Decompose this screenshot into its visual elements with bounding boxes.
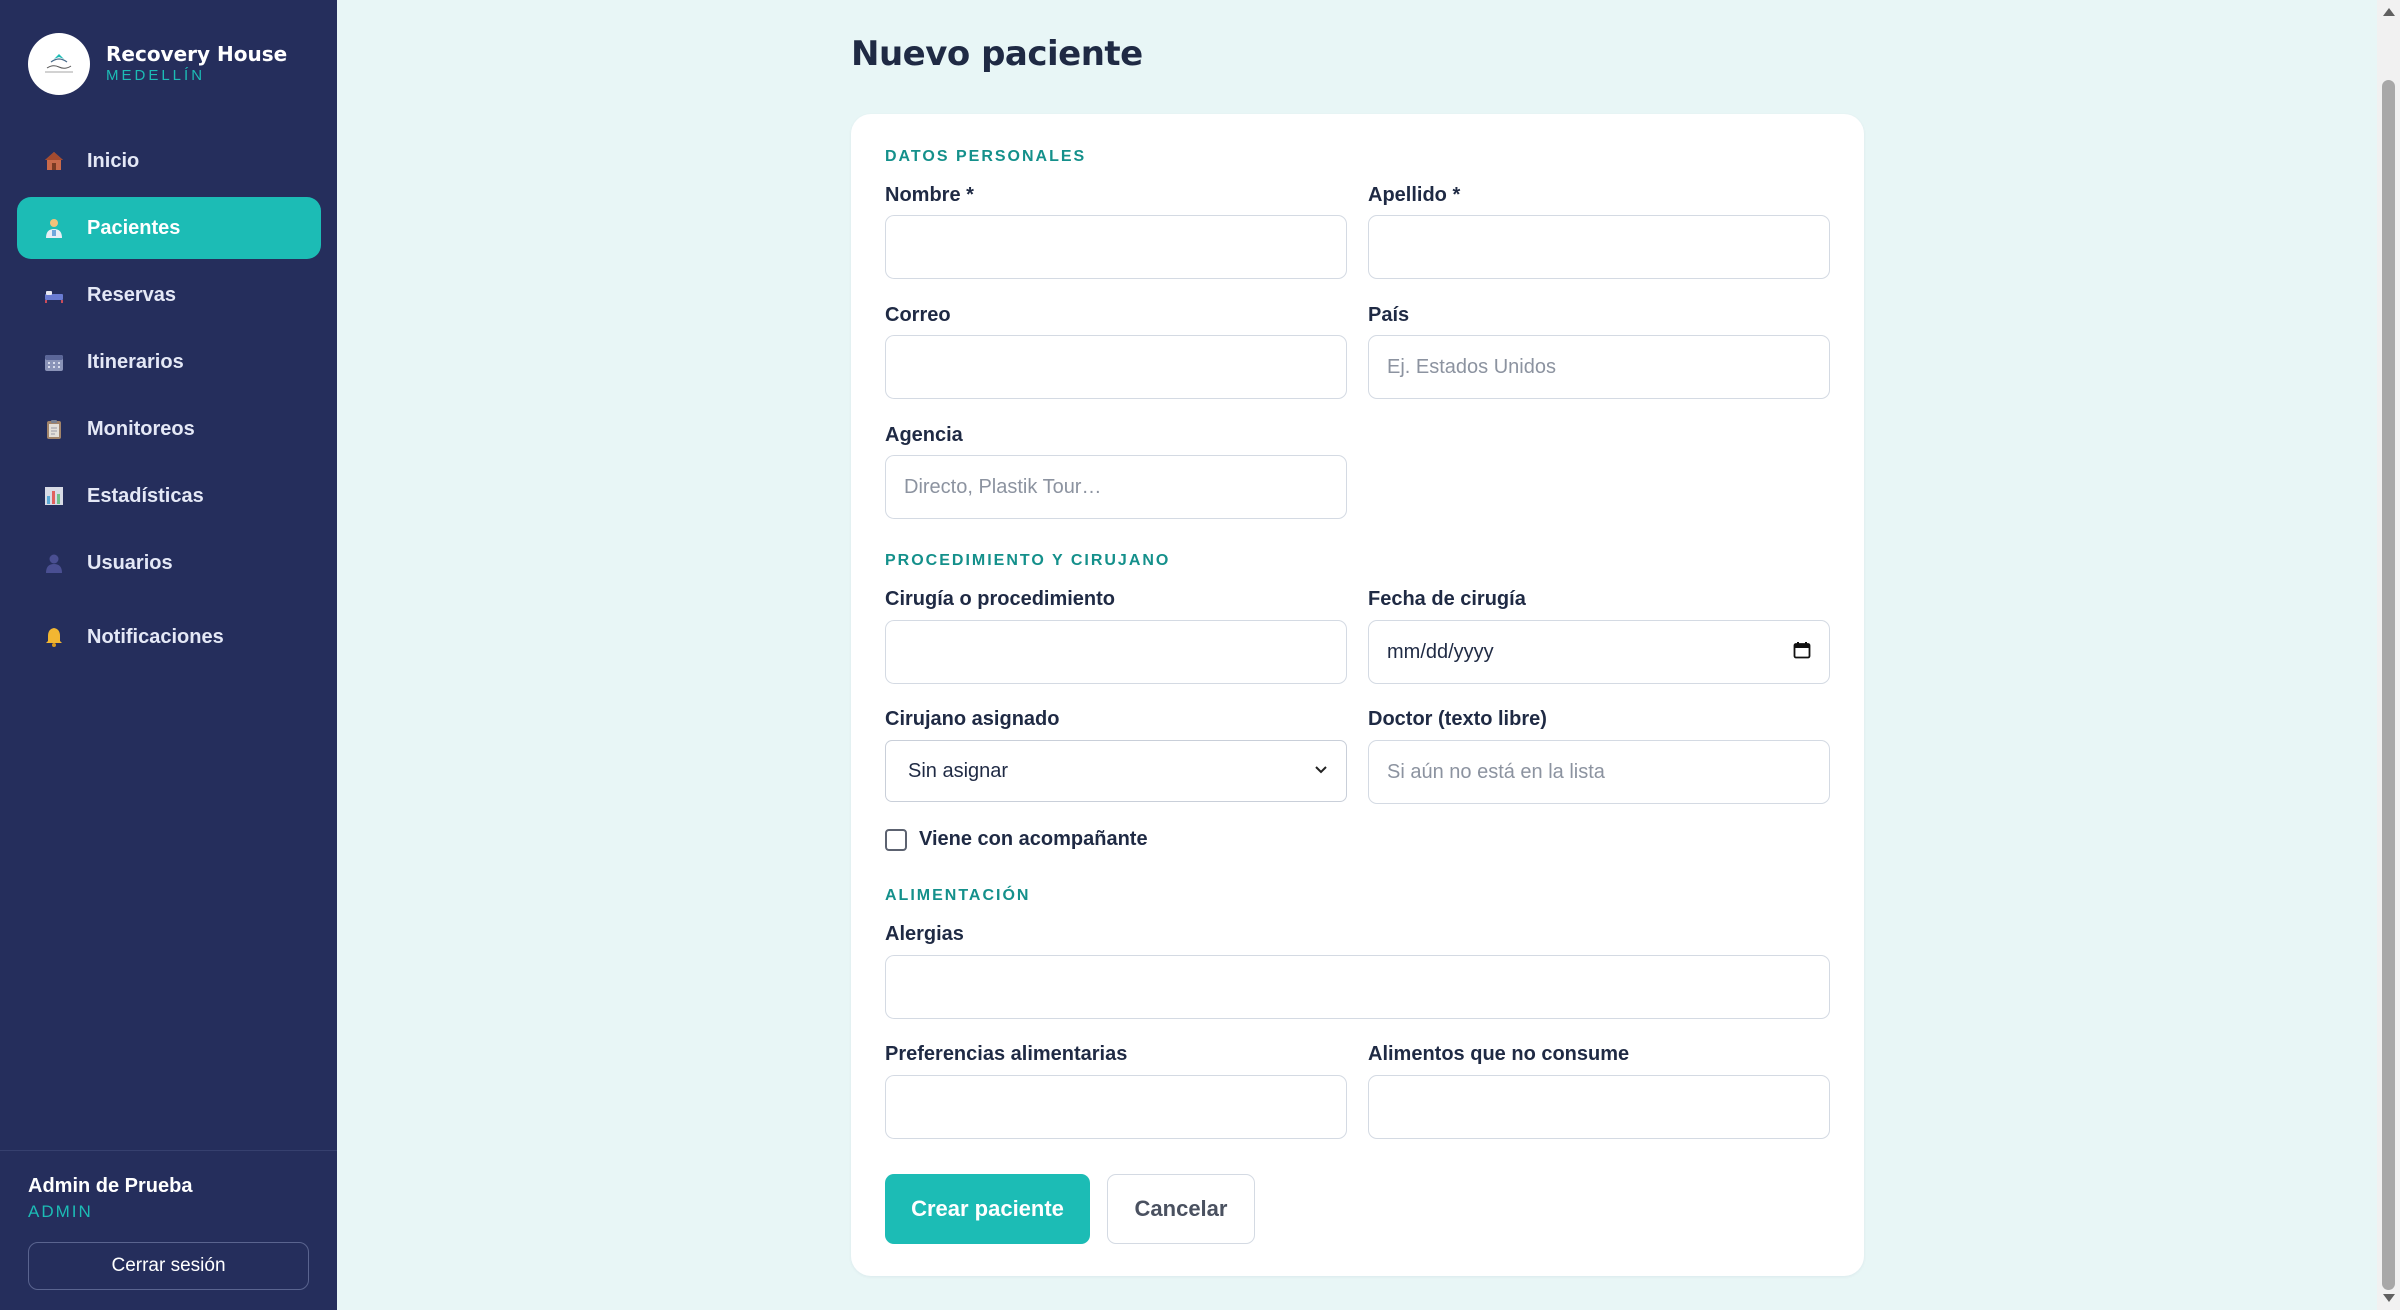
- scroll-thumb[interactable]: [2382, 80, 2395, 1290]
- nav-item-reservas[interactable]: Reservas: [17, 264, 321, 326]
- create-patient-button[interactable]: Crear paciente: [885, 1174, 1090, 1244]
- apellido-input[interactable]: [1368, 215, 1830, 279]
- nav-label: Reservas: [87, 283, 176, 306]
- correo-input[interactable]: [885, 335, 1347, 399]
- nav-label: Itinerarios: [87, 350, 184, 373]
- nav-label: Estadísticas: [87, 484, 204, 507]
- fecha-label: Fecha de cirugía: [1368, 588, 1526, 610]
- nav-label: Usuarios: [87, 551, 173, 574]
- nav-item-monitoreos[interactable]: Monitoreos: [17, 398, 321, 460]
- alergias-input[interactable]: [885, 955, 1830, 1019]
- acompanante-checkbox[interactable]: [885, 828, 907, 851]
- sidebar: Recovery House MEDELLÍN Inicio Pacientes…: [0, 0, 337, 1310]
- nav-item-estadisticas[interactable]: Estadísticas: [17, 465, 321, 527]
- no-consume-input[interactable]: [1368, 1075, 1830, 1139]
- nav-item-notificaciones[interactable]: Notificaciones: [17, 606, 321, 668]
- nav-label: Inicio: [87, 149, 140, 172]
- pais-label: País: [1368, 304, 1410, 326]
- bell-icon: [43, 626, 65, 648]
- new-patient-form: DATOS PERSONALES Nombre * Apellido * Cor…: [851, 114, 1864, 1276]
- section-title-personal: DATOS PERSONALES: [885, 148, 1087, 165]
- calendar-icon[interactable]: [1793, 641, 1811, 664]
- nombre-input[interactable]: [885, 215, 1347, 279]
- doctor-label: Doctor (texto libre): [1368, 708, 1547, 730]
- agencia-label: Agencia: [885, 424, 963, 446]
- alergias-label: Alergias: [885, 923, 964, 945]
- correo-label: Correo: [885, 304, 951, 326]
- brand-city: MEDELLÍN: [106, 67, 206, 84]
- page-scrollbar[interactable]: [2377, 0, 2400, 1310]
- agencia-input[interactable]: [885, 455, 1347, 519]
- fecha-cirugia-input[interactable]: mm/dd/yyyy: [1368, 620, 1830, 684]
- bed-icon: [43, 284, 65, 306]
- nav-label: Pacientes: [87, 216, 181, 239]
- nav-item-pacientes[interactable]: Pacientes: [17, 197, 321, 259]
- nav-label: Notificaciones: [87, 625, 224, 648]
- acompanante-label: Viene con acompañante: [919, 828, 1148, 850]
- nav-item-itinerarios[interactable]: Itinerarios: [17, 331, 321, 393]
- patient-icon: [43, 217, 65, 239]
- calendar-icon: [43, 351, 65, 373]
- chevron-down-icon: [1314, 762, 1328, 780]
- date-value: mm/dd/yyyy: [1387, 640, 1494, 663]
- user-icon: [43, 552, 65, 574]
- section-title-food: ALIMENTACIÓN: [885, 887, 1031, 904]
- sidebar-footer: Admin de Prueba ADMIN Cerrar sesión: [0, 1150, 337, 1310]
- clipboard-icon: [43, 418, 65, 440]
- apellido-label: Apellido *: [1368, 184, 1461, 206]
- doctor-input[interactable]: [1368, 740, 1830, 804]
- preferencias-input[interactable]: [885, 1075, 1347, 1139]
- cirujano-label: Cirujano asignado: [885, 708, 1060, 730]
- cirujano-select[interactable]: Sin asignar: [885, 740, 1347, 802]
- cancel-button[interactable]: Cancelar: [1107, 1174, 1255, 1244]
- scroll-up-icon[interactable]: [2383, 8, 2395, 16]
- main-nav: Inicio Pacientes Reservas Itinerarios Mo…: [17, 130, 321, 673]
- nav-label: Monitoreos: [87, 417, 195, 440]
- pais-input[interactable]: [1368, 335, 1830, 399]
- nav-item-inicio[interactable]: Inicio: [17, 130, 321, 192]
- cirujano-selected-value: Sin asignar: [908, 759, 1009, 782]
- brand-name: Recovery House: [106, 42, 288, 66]
- cirugia-input[interactable]: [885, 620, 1347, 684]
- scroll-down-icon[interactable]: [2383, 1294, 2395, 1302]
- page-title: Nuevo paciente: [851, 34, 1143, 74]
- no-consume-label: Alimentos que no consume: [1368, 1043, 1630, 1065]
- logout-button[interactable]: Cerrar sesión: [28, 1242, 309, 1290]
- brand[interactable]: Recovery House MEDELLÍN: [28, 33, 287, 95]
- acompanante-row[interactable]: Viene con acompañante: [885, 828, 1148, 851]
- house-icon: [43, 150, 65, 172]
- bar-chart-icon: [43, 485, 65, 507]
- section-title-procedure: PROCEDIMIENTO Y CIRUJANO: [885, 552, 1171, 569]
- nombre-label: Nombre *: [885, 184, 974, 206]
- current-user-role: ADMIN: [28, 1202, 93, 1221]
- current-user-name: Admin de Prueba: [28, 1175, 193, 1197]
- cirugia-label: Cirugía o procedimiento: [885, 588, 1116, 610]
- nav-item-usuarios[interactable]: Usuarios: [17, 532, 321, 594]
- preferencias-label: Preferencias alimentarias: [885, 1043, 1128, 1065]
- brand-logo: [28, 33, 90, 95]
